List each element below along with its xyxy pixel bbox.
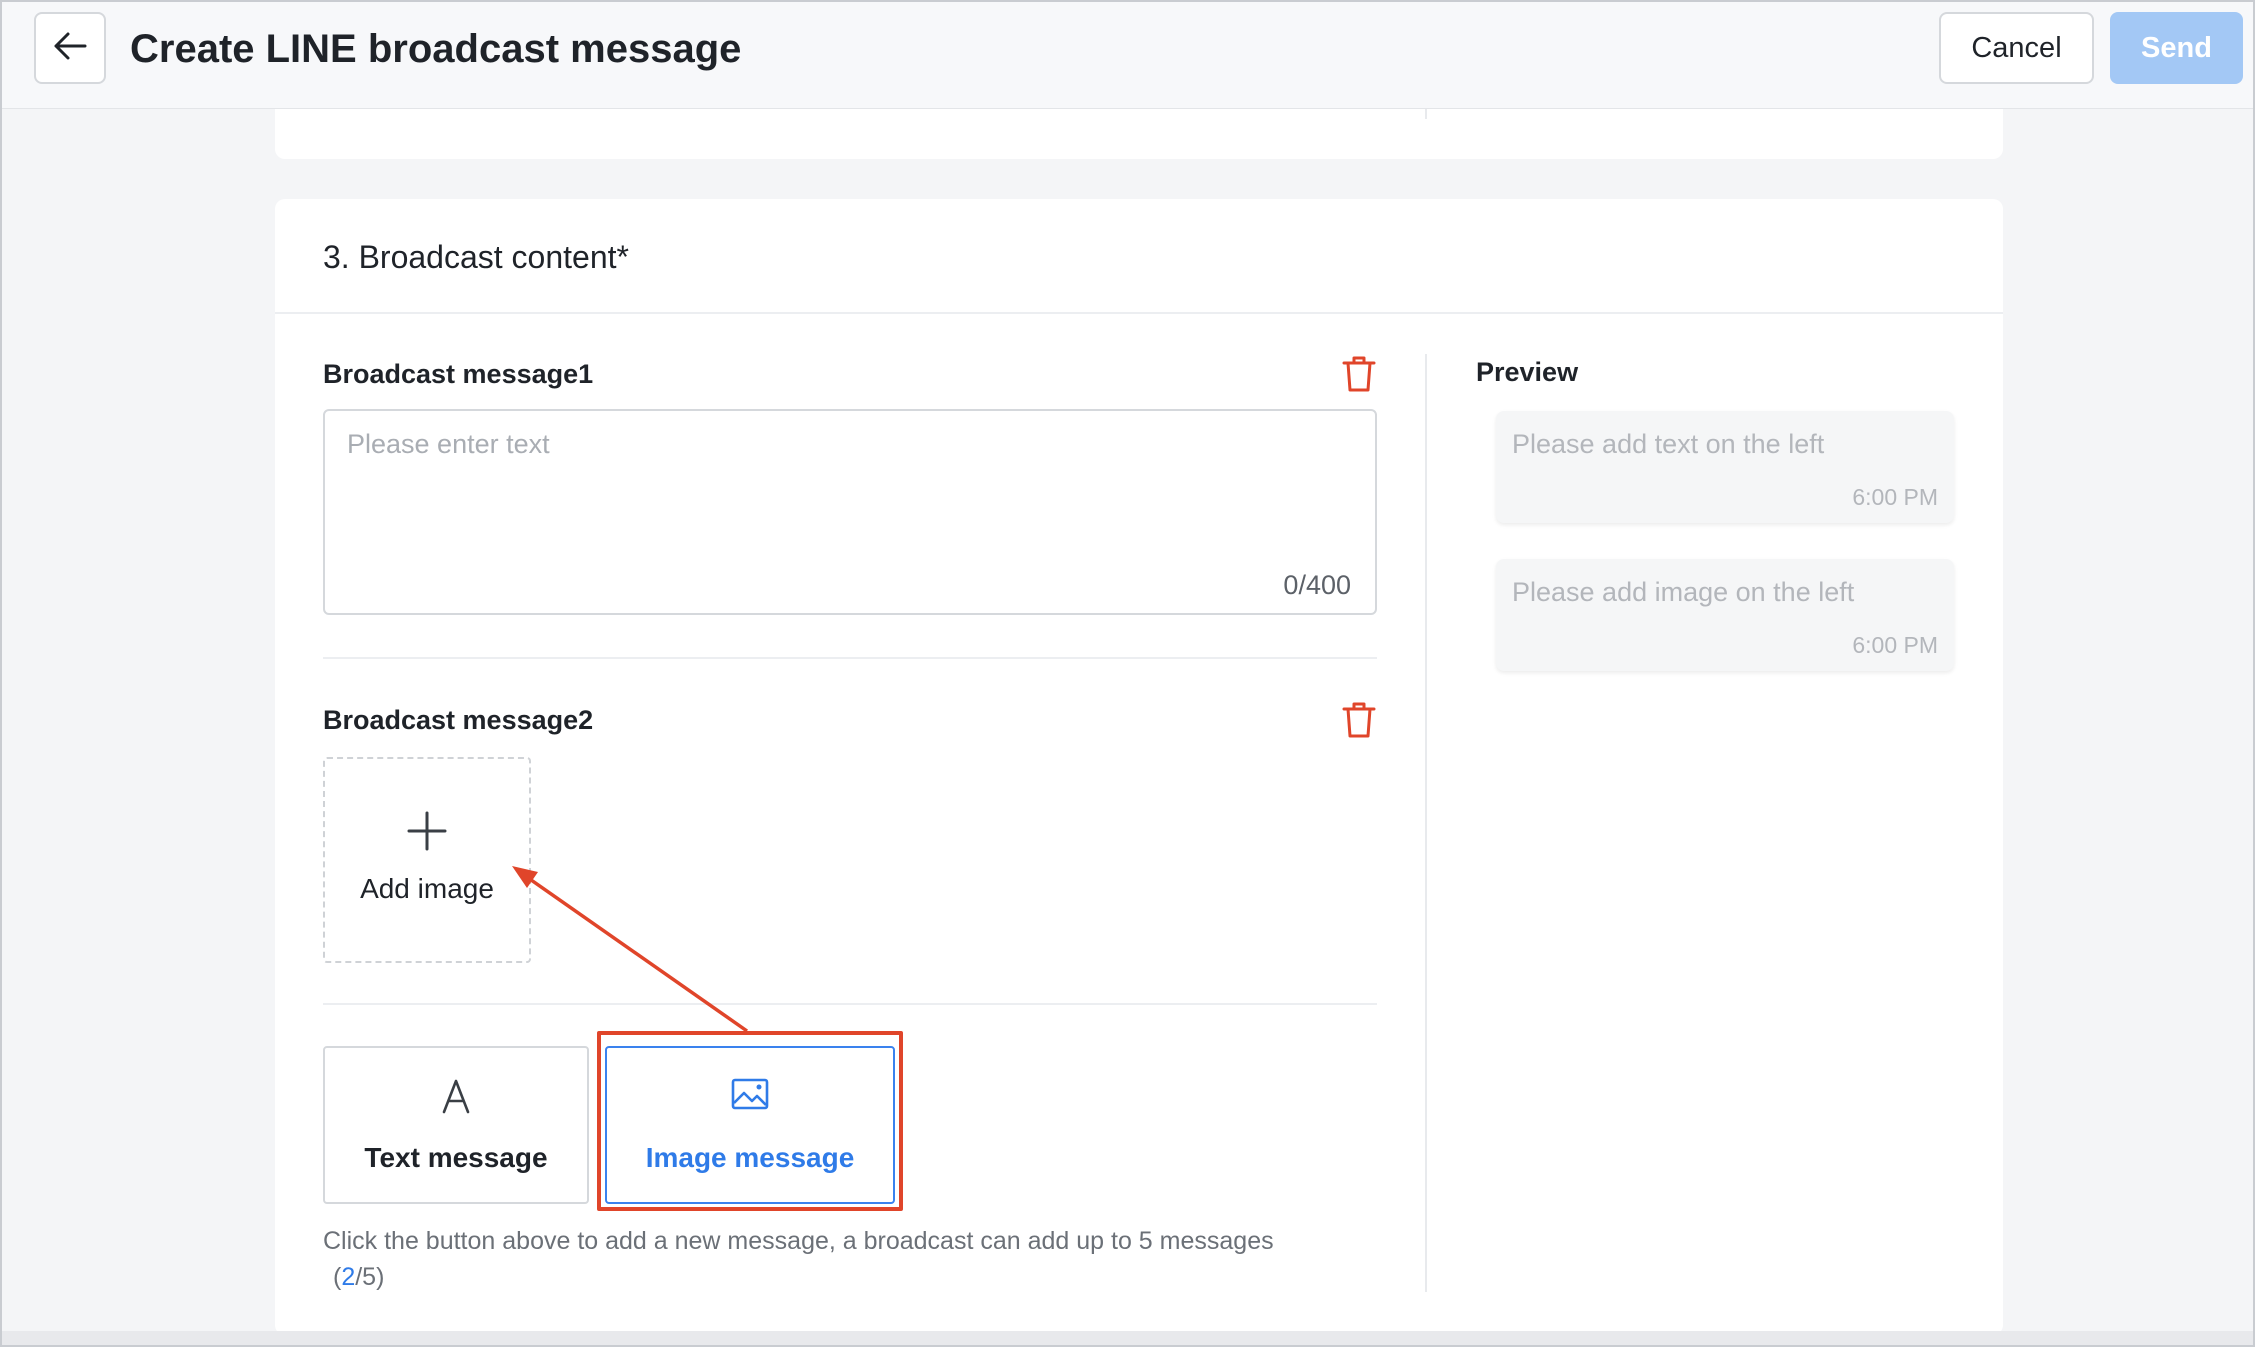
hint-text: Click the button above to add a new mess… <box>323 1227 1274 1255</box>
message-2-label: Broadcast message2 <box>323 705 594 735</box>
preview-time: 6:00 PM <box>1852 484 1938 510</box>
add-text-message-button[interactable]: Text message <box>323 1046 589 1204</box>
divider <box>323 657 1377 659</box>
column-divider <box>1425 354 1427 1292</box>
message-1-label: Broadcast message1 <box>323 359 594 389</box>
send-button[interactable]: Send <box>2110 12 2243 84</box>
app-window: Create LINE broadcast message Cancel Sen… <box>0 0 2255 1347</box>
text-message-label: Text message <box>364 1142 548 1173</box>
preview-bubble-text: Please add text on the left 6:00 PM <box>1496 411 1954 523</box>
broadcast-content-card: 3. Broadcast content* Broadcast message1… <box>275 199 2003 1335</box>
add-message-hint: Click the button above to add a new mess… <box>323 1223 1403 1295</box>
plus-icon <box>407 811 447 851</box>
section-title: 3. Broadcast content* <box>323 239 629 275</box>
bottom-edge <box>2 1331 2253 1345</box>
arrow-left-icon <box>53 31 87 66</box>
preview-time: 6:00 PM <box>1852 632 1938 658</box>
trash-icon[interactable] <box>1342 701 1376 739</box>
preview-text: Please add text on the left <box>1512 429 1825 459</box>
character-counter: 0/400 <box>1283 570 1351 600</box>
cancel-button[interactable]: Cancel <box>1939 12 2094 84</box>
preview-text: Please add image on the left <box>1512 577 1855 607</box>
back-button[interactable] <box>34 12 106 84</box>
section-header: 3. Broadcast content* <box>275 199 2003 314</box>
page-header: Create LINE broadcast message Cancel Sen… <box>2 2 2253 109</box>
preview-bubble-image: Please add image on the left 6:00 PM <box>1496 559 1954 671</box>
message-count: 2 <box>341 1263 356 1291</box>
preview-title: Preview <box>1476 357 1579 387</box>
divider <box>1425 109 1427 119</box>
message-limit: /5) <box>355 1263 385 1291</box>
divider <box>323 1003 1377 1005</box>
add-image-button[interactable]: Add image <box>323 757 531 963</box>
annotation-highlight-box <box>597 1031 903 1211</box>
text-placeholder: Please enter text <box>347 429 550 459</box>
message-1-text-input[interactable]: Please enter text 0/400 <box>323 409 1377 615</box>
page-title: Create LINE broadcast message <box>130 27 742 71</box>
add-image-label: Add image <box>360 873 494 904</box>
previous-section-card <box>275 109 2003 159</box>
trash-icon[interactable] <box>1342 355 1376 393</box>
hint-open-paren: ( <box>333 1263 342 1291</box>
letter-a-icon <box>441 1078 471 1118</box>
